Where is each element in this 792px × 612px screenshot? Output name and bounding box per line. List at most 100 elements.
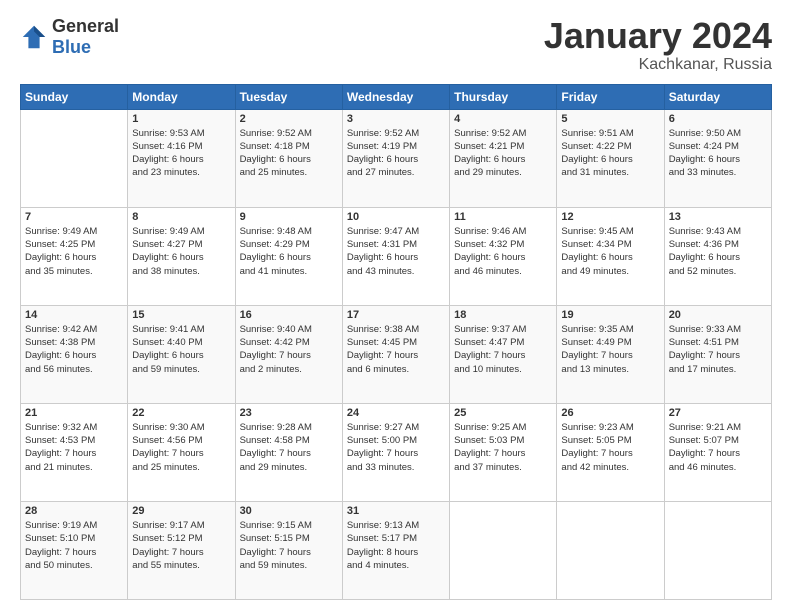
cell-content: Sunrise: 9:52 AMSunset: 4:21 PMDaylight:…	[454, 127, 552, 180]
day-number: 10	[347, 211, 445, 223]
cell-content: Sunrise: 9:13 AMSunset: 5:17 PMDaylight:…	[347, 519, 445, 572]
cell-content: Sunrise: 9:41 AMSunset: 4:40 PMDaylight:…	[132, 323, 230, 376]
calendar-week-2: 7 Sunrise: 9:49 AMSunset: 4:25 PMDaylight…	[21, 207, 772, 305]
day-number: 31	[347, 505, 445, 517]
day-number: 9	[240, 211, 338, 223]
cell-content: Sunrise: 9:28 AMSunset: 4:58 PMDaylight:…	[240, 421, 338, 474]
day-header-tuesday: Tuesday	[235, 84, 342, 109]
calendar-cell	[450, 501, 557, 599]
day-number: 3	[347, 113, 445, 125]
calendar-cell: 12 Sunrise: 9:45 AMSunset: 4:34 PMDayligh…	[557, 207, 664, 305]
day-number: 2	[240, 113, 338, 125]
day-number: 14	[25, 309, 123, 321]
day-number: 1	[132, 113, 230, 125]
day-number: 29	[132, 505, 230, 517]
day-number: 28	[25, 505, 123, 517]
calendar-cell: 16Sunrise: 9:40 AMSunset: 4:42 PMDayligh…	[235, 305, 342, 403]
cell-content: Sunrise: 9:23 AMSunset: 5:05 PMDaylight:…	[561, 421, 659, 474]
calendar-cell: 13 Sunrise: 9:43 AMSunset: 4:36 PMDayligh…	[664, 207, 771, 305]
cell-content: Sunrise: 9:38 AMSunset: 4:45 PMDaylight:…	[347, 323, 445, 376]
page-header: General Blue January 2024 Kachkanar, Rus…	[20, 16, 772, 74]
day-header-friday: Friday	[557, 84, 664, 109]
logo: General Blue	[20, 16, 119, 58]
logo-icon	[20, 23, 48, 51]
calendar-cell: 24 Sunrise: 9:27 AMSunset: 5:00 PMDayligh…	[342, 403, 449, 501]
cell-content: Sunrise: 9:47 AMSunset: 4:31 PMDaylight:…	[347, 225, 445, 278]
day-number: 8	[132, 211, 230, 223]
day-number: 26	[561, 407, 659, 419]
calendar-cell: 22 Sunrise: 9:30 AMSunset: 4:56 PMDayligh…	[128, 403, 235, 501]
day-header-saturday: Saturday	[664, 84, 771, 109]
calendar-cell	[664, 501, 771, 599]
calendar-cell: 3 Sunrise: 9:52 AMSunset: 4:19 PMDaylight…	[342, 109, 449, 207]
cell-content: Sunrise: 9:51 AMSunset: 4:22 PMDaylight:…	[561, 127, 659, 180]
day-header-wednesday: Wednesday	[342, 84, 449, 109]
cell-content: Sunrise: 9:25 AMSunset: 5:03 PMDaylight:…	[454, 421, 552, 474]
cell-content: Sunrise: 9:33 AMSunset: 4:51 PMDaylight:…	[669, 323, 767, 376]
day-header-sunday: Sunday	[21, 84, 128, 109]
cell-content: Sunrise: 9:52 AMSunset: 4:18 PMDaylight:…	[240, 127, 338, 180]
day-number: 18	[454, 309, 552, 321]
cell-content: Sunrise: 9:45 AMSunset: 4:34 PMDaylight:…	[561, 225, 659, 278]
day-number: 24	[347, 407, 445, 419]
location-subtitle: Kachkanar, Russia	[544, 56, 772, 74]
day-number: 22	[132, 407, 230, 419]
day-number: 12	[561, 211, 659, 223]
calendar-cell: 7 Sunrise: 9:49 AMSunset: 4:25 PMDaylight…	[21, 207, 128, 305]
cell-content: Sunrise: 9:49 AMSunset: 4:25 PMDaylight:…	[25, 225, 123, 278]
day-number: 20	[669, 309, 767, 321]
day-header-thursday: Thursday	[450, 84, 557, 109]
cell-content: Sunrise: 9:37 AMSunset: 4:47 PMDaylight:…	[454, 323, 552, 376]
day-number: 7	[25, 211, 123, 223]
calendar-cell: 15 Sunrise: 9:41 AMSunset: 4:40 PMDayligh…	[128, 305, 235, 403]
calendar-cell: 14 Sunrise: 9:42 AMSunset: 4:38 PMDayligh…	[21, 305, 128, 403]
calendar-cell	[21, 109, 128, 207]
day-number: 5	[561, 113, 659, 125]
calendar-table: SundayMondayTuesdayWednesdayThursdayFrid…	[20, 84, 772, 600]
cell-content: Sunrise: 9:35 AMSunset: 4:49 PMDaylight:…	[561, 323, 659, 376]
calendar-cell: 29Sunrise: 9:17 AMSunset: 5:12 PMDayligh…	[128, 501, 235, 599]
day-number: 23	[240, 407, 338, 419]
cell-content: Sunrise: 9:46 AMSunset: 4:32 PMDaylight:…	[454, 225, 552, 278]
calendar-cell: 9 Sunrise: 9:48 AMSunset: 4:29 PMDaylight…	[235, 207, 342, 305]
month-title: January 2024	[544, 16, 772, 56]
day-number: 15	[132, 309, 230, 321]
day-number: 17	[347, 309, 445, 321]
calendar-cell: 23 Sunrise: 9:28 AMSunset: 4:58 PMDayligh…	[235, 403, 342, 501]
calendar-cell: 6 Sunrise: 9:50 AMSunset: 4:24 PMDaylight…	[664, 109, 771, 207]
calendar-cell: 28 Sunrise: 9:19 AMSunset: 5:10 PMDayligh…	[21, 501, 128, 599]
calendar-cell: 31 Sunrise: 9:13 AMSunset: 5:17 PMDayligh…	[342, 501, 449, 599]
cell-content: Sunrise: 9:40 AMSunset: 4:42 PMDaylight:…	[240, 323, 338, 376]
cell-content: Sunrise: 9:42 AMSunset: 4:38 PMDaylight:…	[25, 323, 123, 376]
cell-content: Sunrise: 9:15 AMSunset: 5:15 PMDaylight:…	[240, 519, 338, 572]
day-number: 6	[669, 113, 767, 125]
cell-content: Sunrise: 9:43 AMSunset: 4:36 PMDaylight:…	[669, 225, 767, 278]
day-number: 13	[669, 211, 767, 223]
calendar-week-4: 21Sunrise: 9:32 AMSunset: 4:53 PMDayligh…	[21, 403, 772, 501]
day-number: 19	[561, 309, 659, 321]
calendar-header-row: SundayMondayTuesdayWednesdayThursdayFrid…	[21, 84, 772, 109]
cell-content: Sunrise: 9:27 AMSunset: 5:00 PMDaylight:…	[347, 421, 445, 474]
day-number: 27	[669, 407, 767, 419]
calendar-cell: 20 Sunrise: 9:33 AMSunset: 4:51 PMDayligh…	[664, 305, 771, 403]
cell-content: Sunrise: 9:19 AMSunset: 5:10 PMDaylight:…	[25, 519, 123, 572]
day-number: 30	[240, 505, 338, 517]
calendar-cell: 27Sunrise: 9:21 AMSunset: 5:07 PMDayligh…	[664, 403, 771, 501]
title-block: January 2024 Kachkanar, Russia	[544, 16, 772, 74]
calendar-cell: 21Sunrise: 9:32 AMSunset: 4:53 PMDayligh…	[21, 403, 128, 501]
calendar-cell: 26 Sunrise: 9:23 AMSunset: 5:05 PMDayligh…	[557, 403, 664, 501]
cell-content: Sunrise: 9:48 AMSunset: 4:29 PMDaylight:…	[240, 225, 338, 278]
calendar-cell: 17 Sunrise: 9:38 AMSunset: 4:45 PMDayligh…	[342, 305, 449, 403]
cell-content: Sunrise: 9:50 AMSunset: 4:24 PMDaylight:…	[669, 127, 767, 180]
calendar-week-5: 28 Sunrise: 9:19 AMSunset: 5:10 PMDayligh…	[21, 501, 772, 599]
calendar-cell: 30 Sunrise: 9:15 AMSunset: 5:15 PMDayligh…	[235, 501, 342, 599]
day-number: 11	[454, 211, 552, 223]
calendar-cell: 19 Sunrise: 9:35 AMSunset: 4:49 PMDayligh…	[557, 305, 664, 403]
cell-content: Sunrise: 9:52 AMSunset: 4:19 PMDaylight:…	[347, 127, 445, 180]
day-number: 4	[454, 113, 552, 125]
calendar-cell	[557, 501, 664, 599]
cell-content: Sunrise: 9:30 AMSunset: 4:56 PMDaylight:…	[132, 421, 230, 474]
calendar-cell: 2 Sunrise: 9:52 AMSunset: 4:18 PMDaylight…	[235, 109, 342, 207]
cell-content: Sunrise: 9:49 AMSunset: 4:27 PMDaylight:…	[132, 225, 230, 278]
calendar-cell: 4 Sunrise: 9:52 AMSunset: 4:21 PMDaylight…	[450, 109, 557, 207]
